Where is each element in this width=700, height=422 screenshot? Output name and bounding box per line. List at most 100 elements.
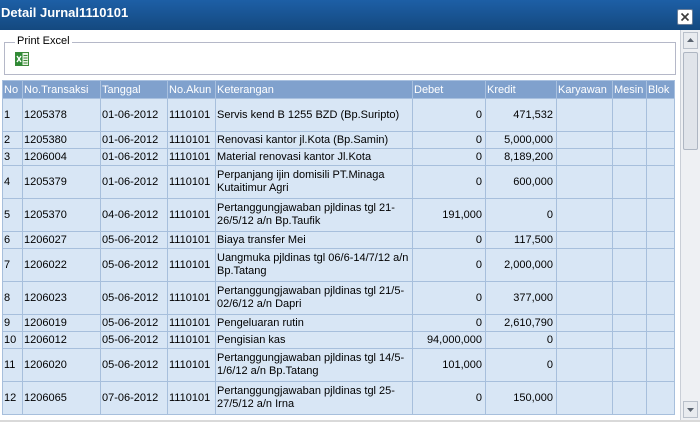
cell-kredit: 2,000,000	[485, 248, 557, 282]
cell-no: 4	[2, 165, 23, 199]
table-row[interactable]: 2 1205380 01-06-2012 1110101 Renovasi kantor…	[2, 131, 675, 149]
vertical-scrollbar[interactable]	[680, 30, 700, 420]
table-header-row: No No.Transaksi Tanggal No.Akun Keterang…	[2, 80, 675, 99]
table-row[interactable]: 6 1206027 05-06-2012 1110101 Biaya transfer …	[2, 231, 675, 249]
cell-mesin	[612, 248, 647, 282]
cell-no-akun: 1110101	[167, 381, 216, 415]
cell-blok	[646, 131, 675, 149]
cell-blok	[646, 98, 675, 132]
cell-kredit: 471,532	[485, 98, 557, 132]
cell-karyawan	[556, 231, 613, 249]
cell-no-akun: 1110101	[167, 131, 216, 149]
cell-no-transaksi: 1205378	[22, 98, 101, 132]
cell-no-akun: 1110101	[167, 148, 216, 166]
table-row[interactable]: 11 1206020 05-06-2012 1110101 Pertanggungjaw…	[2, 348, 675, 382]
cell-karyawan	[556, 314, 613, 332]
table-row[interactable]: 7 1206022 05-06-2012 1110101 Uangmuka pjldin…	[2, 248, 675, 282]
cell-no: 7	[2, 248, 23, 282]
cell-no: 8	[2, 281, 23, 315]
scroll-up-button[interactable]	[683, 32, 698, 49]
cell-no-transaksi: 1206004	[22, 148, 101, 166]
cell-no: 12	[2, 381, 23, 415]
cell-no-akun: 1110101	[167, 314, 216, 332]
cell-debet: 101,000	[412, 348, 486, 382]
cell-no-akun: 1110101	[167, 348, 216, 382]
print-excel-legend: Print Excel	[15, 35, 72, 47]
col-header-tanggal[interactable]: Tanggal	[100, 80, 168, 99]
excel-icon[interactable]	[15, 52, 29, 66]
col-header-karyawan[interactable]: Karyawan	[556, 80, 613, 99]
cell-karyawan	[556, 98, 613, 132]
close-button[interactable]	[677, 9, 693, 25]
cell-tanggal: 05-06-2012	[100, 314, 168, 332]
cell-keterangan: Pertanggungjawaban pjldinas tgl 21/5-02/…	[215, 281, 413, 315]
scroll-thumb[interactable]	[683, 52, 698, 150]
cell-keterangan: Servis kend B 1255 BZD (Bp.Suripto)	[215, 98, 413, 132]
cell-karyawan	[556, 331, 613, 349]
cell-mesin	[612, 381, 647, 415]
cell-blok	[646, 348, 675, 382]
cell-no-transaksi: 1206020	[22, 348, 101, 382]
table-row[interactable]: 4 1205379 01-06-2012 1110101 Perpanjang ijin…	[2, 165, 675, 199]
cell-debet: 0	[412, 248, 486, 282]
cell-debet: 0	[412, 131, 486, 149]
col-header-kredit[interactable]: Kredit	[485, 80, 557, 99]
table-body: 1 1205378 01-06-2012 1110101 Servis kend B 1…	[2, 98, 675, 415]
table-row[interactable]: 8 1206023 05-06-2012 1110101 Pertanggungjawa…	[2, 281, 675, 315]
cell-karyawan	[556, 248, 613, 282]
cell-blok	[646, 248, 675, 282]
cell-no: 3	[2, 148, 23, 166]
arrow-up-icon	[687, 38, 694, 42]
table-row[interactable]: 10 1206012 05-06-2012 1110101 Pengisian kas 9…	[2, 331, 675, 349]
cell-kredit: 0	[485, 348, 557, 382]
cell-karyawan	[556, 281, 613, 315]
cell-keterangan: Perpanjang ijin domisili PT.Minaga Kutai…	[215, 165, 413, 199]
table-row[interactable]: 12 1206065 07-06-2012 1110101 Pertanggungjaw…	[2, 381, 675, 415]
cell-no-transaksi: 1206065	[22, 381, 101, 415]
cell-debet: 0	[412, 314, 486, 332]
col-header-debet[interactable]: Debet	[412, 80, 486, 99]
cell-debet: 0	[412, 98, 486, 132]
cell-mesin	[612, 314, 647, 332]
col-header-no[interactable]: No	[2, 80, 23, 99]
col-header-keterangan[interactable]: Keterangan	[215, 80, 413, 99]
cell-karyawan	[556, 348, 613, 382]
cell-tanggal: 05-06-2012	[100, 348, 168, 382]
cell-tanggal: 07-06-2012	[100, 381, 168, 415]
cell-no-akun: 1110101	[167, 248, 216, 282]
cell-no-akun: 1110101	[167, 231, 216, 249]
cell-mesin	[612, 98, 647, 132]
cell-no: 9	[2, 314, 23, 332]
cell-karyawan	[556, 198, 613, 232]
cell-tanggal: 01-06-2012	[100, 131, 168, 149]
cell-kredit: 0	[485, 331, 557, 349]
table-row[interactable]: 9 1206019 05-06-2012 1110101 Pengeluaran rut…	[2, 314, 675, 332]
cell-no-transaksi: 1205379	[22, 165, 101, 199]
jurnal-table: No No.Transaksi Tanggal No.Akun Keterang…	[2, 80, 675, 415]
cell-mesin	[612, 165, 647, 199]
table-row[interactable]: 1 1205378 01-06-2012 1110101 Servis kend B 1…	[2, 98, 675, 132]
cell-debet: 0	[412, 165, 486, 199]
cell-kredit: 117,500	[485, 231, 557, 249]
cell-no-akun: 1110101	[167, 281, 216, 315]
table-row[interactable]: 5 1205370 04-06-2012 1110101 Pertanggungjawa…	[2, 198, 675, 232]
col-header-mesin[interactable]: Mesin	[612, 80, 647, 99]
cell-kredit: 0	[485, 198, 557, 232]
cell-keterangan: Material renovasi kantor Jl.Kota	[215, 148, 413, 166]
cell-mesin	[612, 198, 647, 232]
cell-kredit: 5,000,000	[485, 131, 557, 149]
col-header-no-transaksi[interactable]: No.Transaksi	[22, 80, 101, 99]
col-header-no-akun[interactable]: No.Akun	[167, 80, 216, 99]
cell-keterangan: Pertanggungjawaban pjldinas tgl 14/5-1/6…	[215, 348, 413, 382]
cell-karyawan	[556, 131, 613, 149]
col-header-blok[interactable]: Blok	[646, 80, 675, 99]
cell-no: 11	[2, 348, 23, 382]
window-titlebar[interactable]: Detail Jurnal1110101	[0, 0, 700, 30]
cell-tanggal: 01-06-2012	[100, 165, 168, 199]
cell-karyawan	[556, 148, 613, 166]
scroll-down-button[interactable]	[683, 401, 698, 418]
cell-karyawan	[556, 165, 613, 199]
table-row[interactable]: 3 1206004 01-06-2012 1110101 Material renova…	[2, 148, 675, 166]
cell-kredit: 8,189,200	[485, 148, 557, 166]
cell-mesin	[612, 131, 647, 149]
